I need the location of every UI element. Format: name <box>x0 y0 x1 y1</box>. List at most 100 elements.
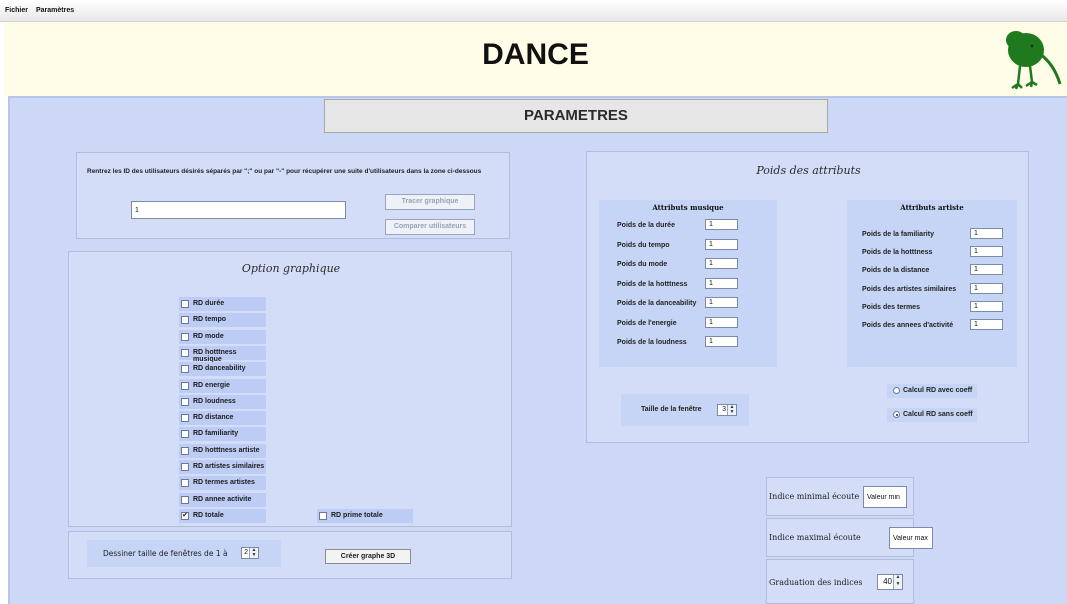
graph3d-row: Dessiner taille de fenêtres de 1 à 2 ▲ ▼ <box>87 540 281 567</box>
weight-label: Poids des annees d'activité <box>862 322 954 329</box>
radio-button[interactable] <box>893 411 900 418</box>
checkbox-box[interactable] <box>181 430 189 439</box>
weight-input[interactable] <box>970 300 1003 312</box>
spinner-arrows[interactable]: ▲ ▼ <box>893 575 902 589</box>
window-size-row: Taille de la fenêtre 3 ▲ ▼ <box>621 394 749 426</box>
spin-down-icon[interactable]: ▼ <box>894 582 902 589</box>
checkbox-box[interactable] <box>181 316 189 325</box>
user-ids-input[interactable] <box>131 201 346 219</box>
checkbox-label: RD durée <box>193 300 225 307</box>
weight-label: Poids de la danceability <box>617 300 697 307</box>
checkbox-box[interactable] <box>181 414 189 423</box>
checkbox-label: RD artistes similaires <box>193 463 265 470</box>
trace-graph-button[interactable]: Tracer graphique <box>385 194 475 210</box>
checkbox-rd-prime-totale[interactable]: RD prime totale <box>317 509 413 523</box>
radio-label: Calcul RD sans coeff <box>903 411 973 418</box>
weight-input[interactable] <box>705 277 738 289</box>
checkbox-label: RD energie <box>193 381 230 389</box>
graph3d-panel: Dessiner taille de fenêtres de 1 à 2 ▲ ▼ … <box>68 531 512 579</box>
checkbox-row[interactable]: RD mode <box>179 329 266 344</box>
checkbox-row[interactable]: RD annee activite <box>179 492 266 507</box>
menu-file[interactable]: Fichier <box>5 7 28 14</box>
weight-label: Poids de la familiarity <box>862 231 934 238</box>
radio-button[interactable] <box>893 387 900 394</box>
checkbox-box[interactable] <box>181 479 189 488</box>
checkbox-row[interactable]: RD energie <box>179 378 266 393</box>
checkbox-checked[interactable]: ✔ <box>181 511 189 520</box>
compare-users-button[interactable]: Comparer utilisateurs <box>385 219 475 235</box>
weight-label: Poids de la distance <box>862 267 930 275</box>
spinner-value: 2 <box>244 549 248 556</box>
spinner-value: 40 <box>883 577 892 586</box>
graduation-spinner[interactable]: 40 ▲ ▼ <box>877 574 903 590</box>
weight-label: Poids de la hotttness <box>862 249 933 257</box>
checkbox-box[interactable] <box>181 300 189 308</box>
weight-input[interactable] <box>970 228 1003 239</box>
users-instruction: Rentrez les ID des utilisateurs désirés … <box>87 168 482 175</box>
weight-input[interactable] <box>705 316 738 328</box>
checkbox-row[interactable]: ✔ RD totale <box>179 508 266 523</box>
weight-input[interactable] <box>705 258 738 269</box>
checkbox-row[interactable]: RD durée <box>179 297 266 311</box>
weight-input[interactable] <box>970 282 1003 294</box>
checkbox-row[interactable]: RD loudness <box>179 394 266 409</box>
checkbox-row[interactable]: RD hotttness musique <box>179 345 266 363</box>
window-size-label: Taille de la fenêtre <box>641 406 702 413</box>
checkbox-label: RD hotttness musique <box>193 348 237 363</box>
checkbox-label: RD prime totale <box>331 512 383 519</box>
weight-input[interactable] <box>705 238 738 250</box>
weight-input[interactable] <box>970 264 1003 276</box>
spinner-arrows[interactable]: ▲ ▼ <box>249 548 258 558</box>
checkbox-row[interactable]: RD termes artistes <box>179 476 266 491</box>
min-index-input[interactable] <box>863 486 907 508</box>
checkbox-box[interactable] <box>181 463 189 471</box>
spin-down-icon[interactable]: ▼ <box>728 410 736 415</box>
min-index-label: Indice minimal écoute <box>769 492 860 501</box>
checkbox-label: RD mode <box>193 332 224 340</box>
weight-input[interactable] <box>970 246 1003 258</box>
checkbox-row[interactable]: RD danceability <box>179 362 266 377</box>
checkbox-box[interactable] <box>181 365 189 374</box>
spin-down-icon[interactable]: ▼ <box>250 553 258 558</box>
checkbox-row[interactable]: RD hotttness artiste <box>179 443 266 458</box>
graph3d-spinner[interactable]: 2 ▲ ▼ <box>241 547 259 559</box>
create-3d-graph-button[interactable]: Créer graphe 3D <box>325 549 411 564</box>
checkbox-label: RD hotttness artiste <box>193 446 260 454</box>
checkbox-label: RD loudness <box>193 397 236 405</box>
spinner-arrows[interactable]: ▲ ▼ <box>727 405 736 415</box>
checkbox-box[interactable] <box>181 381 189 390</box>
weight-input[interactable] <box>705 336 738 347</box>
weight-input[interactable] <box>970 319 1003 330</box>
parameters-title: PARAMETRES <box>324 99 828 133</box>
checkbox-box[interactable] <box>181 446 189 455</box>
checkbox-row[interactable]: RD tempo <box>179 313 266 328</box>
checkbox-box[interactable] <box>181 332 189 341</box>
checkbox-box[interactable] <box>181 495 189 504</box>
weight-input[interactable] <box>705 219 738 230</box>
weight-label: Poids de l'energie <box>617 319 677 327</box>
checkbox-row[interactable]: RD familiarity <box>179 427 266 442</box>
weight-label: Poids de la durée <box>617 222 675 229</box>
checkbox-box[interactable] <box>181 397 189 406</box>
window-size-spinner[interactable]: 3 ▲ ▼ <box>717 404 737 416</box>
music-attributes-title: Attributs musique <box>652 203 724 212</box>
users-panel: Rentrez les ID des utilisateurs désirés … <box>76 152 510 239</box>
max-index-input[interactable] <box>889 527 933 549</box>
weight-input[interactable] <box>705 297 738 308</box>
checkbox-label: RD annee activite <box>193 495 252 503</box>
menu-params[interactable]: Paramètres <box>36 7 74 14</box>
checkbox-box[interactable] <box>181 348 189 357</box>
max-index-label: Indice maximal écoute <box>769 533 861 542</box>
radio-with-coeff[interactable]: Calcul RD avec coeff <box>887 384 977 398</box>
radio-without-coeff[interactable]: Calcul RD sans coeff <box>887 408 977 422</box>
checkbox-row[interactable]: RD distance <box>179 411 266 426</box>
weight-label: Poids du mode <box>617 261 668 268</box>
weights-title: Poids des attributs <box>756 164 861 177</box>
checkbox-row[interactable]: RD artistes similaires <box>179 460 266 474</box>
spinner-value: 3 <box>722 406 726 413</box>
graph-options-title: Option graphique <box>241 262 341 275</box>
graph3d-label: Dessiner taille de fenêtres de 1 à <box>103 549 228 558</box>
weights-panel: Poids des attributs Attributs musique Po… <box>586 151 1029 443</box>
checkbox-box[interactable] <box>319 512 327 520</box>
weight-label: Poids des artistes similaires <box>862 285 957 293</box>
